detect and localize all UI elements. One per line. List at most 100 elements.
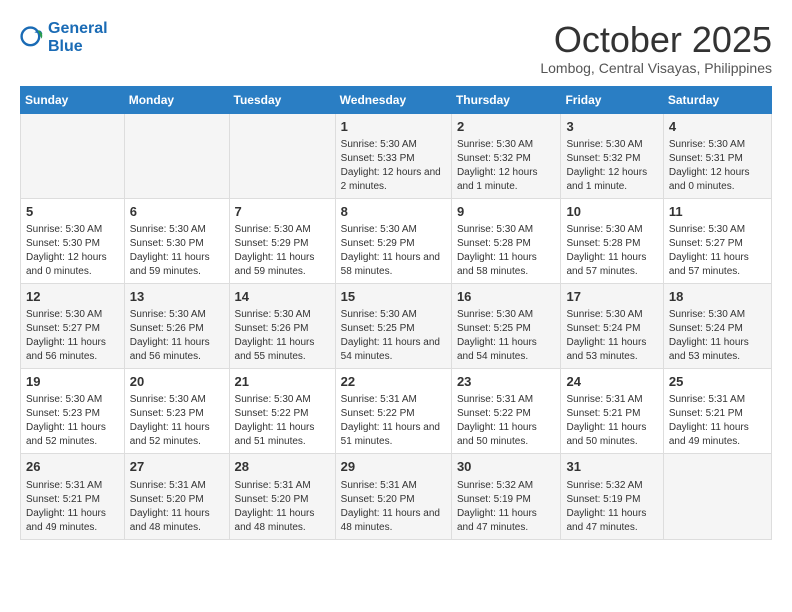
day-number: 1 bbox=[341, 118, 446, 136]
day-info: Sunrise: 5:30 AM bbox=[669, 138, 766, 152]
day-number: 21 bbox=[235, 373, 330, 391]
day-info: Sunrise: 5:30 AM bbox=[235, 308, 330, 322]
calendar-day-11: 11Sunrise: 5:30 AMSunset: 5:27 PMDayligh… bbox=[663, 198, 771, 283]
day-number: 28 bbox=[235, 458, 330, 476]
calendar-day-16: 16Sunrise: 5:30 AMSunset: 5:25 PMDayligh… bbox=[451, 283, 561, 368]
calendar-day-13: 13Sunrise: 5:30 AMSunset: 5:26 PMDayligh… bbox=[124, 283, 229, 368]
calendar-day-25: 25Sunrise: 5:31 AMSunset: 5:21 PMDayligh… bbox=[663, 369, 771, 454]
calendar-week-row: 5Sunrise: 5:30 AMSunset: 5:30 PMDaylight… bbox=[21, 198, 772, 283]
day-info: Daylight: 11 hours and 48 minutes. bbox=[235, 507, 330, 535]
day-info: Sunset: 5:32 PM bbox=[566, 152, 657, 166]
day-info: Daylight: 11 hours and 51 minutes. bbox=[341, 421, 446, 449]
day-number: 7 bbox=[235, 203, 330, 221]
calendar-day-31: 31Sunrise: 5:32 AMSunset: 5:19 PMDayligh… bbox=[561, 454, 663, 539]
day-info: Sunrise: 5:30 AM bbox=[457, 308, 556, 322]
day-info: Sunrise: 5:30 AM bbox=[341, 223, 446, 237]
day-info: Daylight: 11 hours and 50 minutes. bbox=[566, 421, 657, 449]
day-info: Daylight: 11 hours and 58 minutes. bbox=[457, 251, 556, 279]
day-info: Daylight: 12 hours and 0 minutes. bbox=[669, 166, 766, 194]
calendar-day-20: 20Sunrise: 5:30 AMSunset: 5:23 PMDayligh… bbox=[124, 369, 229, 454]
day-number: 2 bbox=[457, 118, 556, 136]
day-info: Daylight: 11 hours and 56 minutes. bbox=[130, 336, 224, 364]
day-info: Daylight: 11 hours and 58 minutes. bbox=[341, 251, 446, 279]
day-number: 15 bbox=[341, 288, 446, 306]
day-info: Sunrise: 5:30 AM bbox=[341, 138, 446, 152]
weekday-header-tuesday: Tuesday bbox=[229, 86, 335, 113]
day-info: Sunrise: 5:30 AM bbox=[26, 393, 119, 407]
location-title: Lombog, Central Visayas, Philippines bbox=[540, 60, 772, 76]
calendar-empty-cell bbox=[124, 113, 229, 198]
day-info: Sunset: 5:20 PM bbox=[341, 493, 446, 507]
day-info: Sunrise: 5:30 AM bbox=[26, 308, 119, 322]
calendar-day-5: 5Sunrise: 5:30 AMSunset: 5:30 PMDaylight… bbox=[21, 198, 125, 283]
day-info: Sunset: 5:32 PM bbox=[457, 152, 556, 166]
calendar-empty-cell bbox=[663, 454, 771, 539]
day-info: Sunset: 5:22 PM bbox=[235, 407, 330, 421]
page-header: General Blue October 2025 Lombog, Centra… bbox=[20, 20, 772, 76]
day-info: Daylight: 12 hours and 1 minute. bbox=[566, 166, 657, 194]
day-info: Sunset: 5:26 PM bbox=[130, 322, 224, 336]
calendar-day-8: 8Sunrise: 5:30 AMSunset: 5:29 PMDaylight… bbox=[335, 198, 451, 283]
day-number: 19 bbox=[26, 373, 119, 391]
day-info: Daylight: 11 hours and 59 minutes. bbox=[130, 251, 224, 279]
day-info: Sunrise: 5:30 AM bbox=[26, 223, 119, 237]
day-info: Daylight: 11 hours and 52 minutes. bbox=[26, 421, 119, 449]
calendar-day-21: 21Sunrise: 5:30 AMSunset: 5:22 PMDayligh… bbox=[229, 369, 335, 454]
day-info: Sunset: 5:26 PM bbox=[235, 322, 330, 336]
day-info: Daylight: 11 hours and 54 minutes. bbox=[457, 336, 556, 364]
calendar-day-23: 23Sunrise: 5:31 AMSunset: 5:22 PMDayligh… bbox=[451, 369, 561, 454]
day-info: Daylight: 12 hours and 2 minutes. bbox=[341, 166, 446, 194]
day-info: Sunset: 5:23 PM bbox=[130, 407, 224, 421]
day-info: Sunset: 5:25 PM bbox=[341, 322, 446, 336]
calendar-day-1: 1 Sunrise: 5:30 AMSunset: 5:33 PMDaylight… bbox=[335, 113, 451, 198]
day-info: Sunrise: 5:31 AM bbox=[341, 479, 446, 493]
weekday-header-sunday: Sunday bbox=[21, 86, 125, 113]
title-block: October 2025 Lombog, Central Visayas, Ph… bbox=[540, 20, 772, 76]
day-number: 14 bbox=[235, 288, 330, 306]
calendar-day-6: 6Sunrise: 5:30 AMSunset: 5:30 PMDaylight… bbox=[124, 198, 229, 283]
calendar-day-22: 22Sunrise: 5:31 AMSunset: 5:22 PMDayligh… bbox=[335, 369, 451, 454]
day-info: Sunrise: 5:30 AM bbox=[566, 138, 657, 152]
day-info: Sunset: 5:21 PM bbox=[566, 407, 657, 421]
day-info: Daylight: 11 hours and 49 minutes. bbox=[26, 507, 119, 535]
day-info: Sunrise: 5:31 AM bbox=[457, 393, 556, 407]
day-info: Daylight: 11 hours and 56 minutes. bbox=[26, 336, 119, 364]
day-info: Daylight: 11 hours and 47 minutes. bbox=[457, 507, 556, 535]
day-number: 17 bbox=[566, 288, 657, 306]
day-number: 18 bbox=[669, 288, 766, 306]
logo-icon bbox=[20, 26, 44, 50]
calendar-header-row: SundayMondayTuesdayWednesdayThursdayFrid… bbox=[21, 86, 772, 113]
day-info: Daylight: 11 hours and 50 minutes. bbox=[457, 421, 556, 449]
day-info: Sunset: 5:33 PM bbox=[341, 152, 446, 166]
calendar-day-7: 7Sunrise: 5:30 AMSunset: 5:29 PMDaylight… bbox=[229, 198, 335, 283]
day-info: Sunrise: 5:31 AM bbox=[341, 393, 446, 407]
day-number: 9 bbox=[457, 203, 556, 221]
day-info: Sunrise: 5:30 AM bbox=[457, 138, 556, 152]
calendar-empty-cell bbox=[21, 113, 125, 198]
calendar-day-2: 2 Sunrise: 5:30 AMSunset: 5:32 PMDaylight… bbox=[451, 113, 561, 198]
day-info: Daylight: 12 hours and 0 minutes. bbox=[26, 251, 119, 279]
day-info: Daylight: 11 hours and 57 minutes. bbox=[566, 251, 657, 279]
day-info: Daylight: 11 hours and 49 minutes. bbox=[669, 421, 766, 449]
day-info: Sunrise: 5:31 AM bbox=[566, 393, 657, 407]
day-info: Sunset: 5:29 PM bbox=[341, 237, 446, 251]
day-info: Daylight: 12 hours and 1 minute. bbox=[457, 166, 556, 194]
calendar-day-18: 18Sunrise: 5:30 AMSunset: 5:24 PMDayligh… bbox=[663, 283, 771, 368]
calendar-day-27: 27Sunrise: 5:31 AMSunset: 5:20 PMDayligh… bbox=[124, 454, 229, 539]
day-info: Sunset: 5:27 PM bbox=[669, 237, 766, 251]
day-info: Sunrise: 5:30 AM bbox=[341, 308, 446, 322]
day-info: Sunset: 5:29 PM bbox=[235, 237, 330, 251]
day-number: 23 bbox=[457, 373, 556, 391]
day-info: Sunrise: 5:30 AM bbox=[669, 223, 766, 237]
calendar-day-3: 3Sunrise: 5:30 AMSunset: 5:32 PMDaylight… bbox=[561, 113, 663, 198]
day-info: Sunset: 5:30 PM bbox=[26, 237, 119, 251]
calendar-week-row: 26Sunrise: 5:31 AMSunset: 5:21 PMDayligh… bbox=[21, 454, 772, 539]
calendar-day-24: 24Sunrise: 5:31 AMSunset: 5:21 PMDayligh… bbox=[561, 369, 663, 454]
calendar-empty-cell bbox=[229, 113, 335, 198]
weekday-header-saturday: Saturday bbox=[663, 86, 771, 113]
calendar-week-row: 12Sunrise: 5:30 AMSunset: 5:27 PMDayligh… bbox=[21, 283, 772, 368]
day-info: Sunrise: 5:30 AM bbox=[566, 308, 657, 322]
day-number: 31 bbox=[566, 458, 657, 476]
day-info: Daylight: 11 hours and 52 minutes. bbox=[130, 421, 224, 449]
day-number: 12 bbox=[26, 288, 119, 306]
